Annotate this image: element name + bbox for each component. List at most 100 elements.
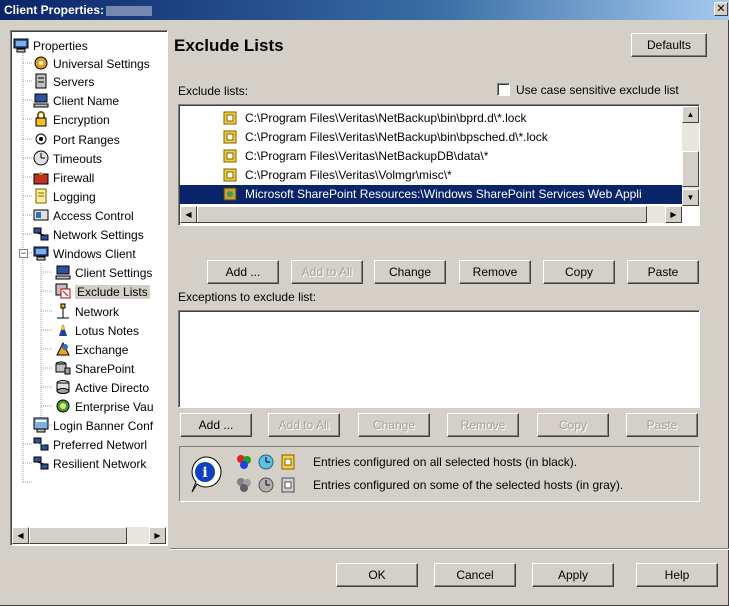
list-item[interactable]: C:\Program Files\Veritas\Volmgr\misc\* [223, 166, 452, 185]
legend-black-text: Entries configured on all selected hosts… [313, 455, 578, 469]
exception-add-to-all-button[interactable]: Add to All [268, 413, 340, 437]
tree-item-client-name[interactable]: Client Name [33, 92, 119, 110]
exclude-list-box[interactable]: C:\Program Files\Veritas\NetBackup\bin\b… [178, 104, 700, 226]
scroll-left-icon[interactable]: ◀ [180, 206, 197, 223]
file-entry-icon [223, 111, 237, 125]
exclude-list-vertical-scrollbar[interactable]: ▲ ▼ [682, 106, 699, 206]
network-icon [33, 437, 49, 451]
scroll-right-icon[interactable]: ▶ [665, 206, 682, 223]
exception-add-button[interactable]: Add ... [180, 413, 252, 437]
tree-item-port-ranges[interactable]: Port Ranges [33, 131, 120, 149]
file-entry-icon [223, 130, 237, 144]
tree-horizontal-scrollbar[interactable]: ◀ ▶ [12, 527, 166, 544]
case-sensitive-checkbox[interactable] [497, 83, 510, 96]
banner-icon [33, 417, 49, 433]
svg-text:i: i [202, 465, 207, 481]
tree-item-exclude-lists[interactable]: Exclude Lists [55, 283, 150, 301]
legend-gray-text: Entries configured on some of the select… [313, 478, 624, 492]
exclude-list-scroll-thumb[interactable] [682, 151, 699, 187]
collapse-windows-client-icon[interactable]: − [19, 249, 28, 258]
tree-item-resilient-network[interactable]: Resilient Network [33, 455, 146, 473]
page-title: Exclude Lists [174, 36, 284, 55]
network-icon [57, 303, 69, 319]
exclude-list-horizontal-scrollbar[interactable]: ◀ ▶ [180, 206, 682, 223]
tree-item-network[interactable]: Network [55, 303, 119, 321]
exception-copy-button[interactable]: Copy [537, 413, 609, 437]
exchange-icon [56, 341, 70, 356]
tree-scroll-thumb[interactable] [29, 527, 127, 544]
computer-icon [13, 38, 29, 53]
lotus-icon [59, 324, 67, 336]
defaults-button[interactable]: Defaults [631, 33, 707, 57]
properties-tree[interactable]: − Properties Universal Settings Servers … [10, 30, 168, 546]
tree-item-servers[interactable]: Servers [33, 73, 94, 91]
list-item[interactable]: C:\Program Files\Veritas\NetBackup\bin\b… [223, 109, 526, 128]
list-item[interactable]: C:\Program Files\Veritas\NetBackup\bin\b… [223, 128, 548, 147]
info-icon: i [191, 456, 222, 493]
exceptions-list-box[interactable] [178, 310, 700, 408]
sharepoint-icon [55, 361, 71, 375]
servers-icon [35, 73, 47, 89]
tree-item-windows-client[interactable]: Windows Client [33, 245, 136, 263]
change-button[interactable]: Change [374, 260, 446, 284]
exclude-list-hscroll-thumb[interactable] [197, 206, 647, 223]
tree-item-exchange[interactable]: Exchange [55, 341, 128, 359]
tree-item-access-control[interactable]: Access Control [33, 207, 134, 225]
copy-button[interactable]: Copy [543, 260, 615, 284]
tree-item-sharepoint[interactable]: SharePoint [55, 360, 134, 378]
list-item[interactable]: C:\Program Files\Veritas\NetBackupDB\dat… [223, 147, 488, 166]
clock-icon [33, 150, 49, 166]
client-settings-icon [55, 265, 71, 280]
access-control-icon [33, 209, 49, 221]
legend-panel: i Entries configured on all selected hos… [179, 446, 700, 502]
add-to-all-button[interactable]: Add to All [291, 260, 363, 284]
firewall-icon [33, 172, 49, 185]
exclude-lists-icon [55, 283, 71, 299]
tree-item-encryption[interactable]: Encryption [33, 111, 110, 129]
exception-paste-button[interactable]: Paste [626, 413, 698, 437]
scroll-right-icon[interactable]: ▶ [149, 527, 166, 544]
tree-item-properties[interactable]: Properties [13, 37, 88, 55]
case-sensitive-label: Use case sensitive exclude list [516, 83, 679, 97]
tree-item-firewall[interactable]: Firewall [33, 169, 94, 187]
scroll-up-icon[interactable]: ▲ [682, 106, 699, 123]
tree-item-lotus-notes[interactable]: Lotus Notes [55, 322, 139, 340]
tree-item-network-settings[interactable]: Network Settings [33, 226, 144, 244]
scroll-down-icon[interactable]: ▼ [682, 189, 699, 206]
tree-item-login-banner[interactable]: Login Banner Conf [33, 417, 153, 435]
network-icon [33, 456, 49, 470]
network-icon [33, 227, 49, 241]
policy-color-icon [237, 455, 251, 469]
tree-item-preferred-network[interactable]: Preferred Networl [33, 436, 147, 454]
exception-change-button[interactable]: Change [358, 413, 430, 437]
cancel-button[interactable]: Cancel [434, 563, 516, 587]
ok-button[interactable]: OK [336, 563, 418, 587]
help-button[interactable]: Help [636, 563, 718, 587]
exceptions-label: Exceptions to exclude list: [178, 290, 317, 304]
exclude-lists-label: Exclude lists: [178, 84, 249, 98]
title-bar: Client Properties: [0, 0, 729, 20]
file-gray-icon [281, 477, 295, 493]
apply-button[interactable]: Apply [532, 563, 614, 587]
redacted-client-name [106, 5, 153, 16]
sharepoint-entry-icon [223, 187, 237, 201]
directory-icon [56, 380, 70, 394]
remove-button[interactable]: Remove [459, 260, 531, 284]
tree-item-logging[interactable]: Logging [33, 188, 96, 206]
list-item-selected[interactable]: Microsoft SharePoint Resources:\Windows … [180, 185, 682, 204]
client-name-icon [33, 93, 49, 108]
scroll-left-icon[interactable]: ◀ [12, 527, 29, 544]
close-button[interactable]: ✕ [714, 2, 728, 16]
tree-item-active-directory[interactable]: Active Directo [55, 379, 149, 397]
port-icon [35, 133, 47, 145]
tree-item-universal-settings[interactable]: Universal Settings [33, 55, 150, 73]
tree-item-timeouts[interactable]: Timeouts [33, 150, 102, 168]
add-button[interactable]: Add ... [207, 260, 279, 284]
file-color-icon [281, 454, 295, 470]
tree-item-client-settings[interactable]: Client Settings [55, 264, 152, 282]
exception-remove-button[interactable]: Remove [447, 413, 519, 437]
paste-button[interactable]: Paste [627, 260, 699, 284]
file-entry-icon [223, 168, 237, 182]
policy-gray-icon [237, 478, 251, 492]
tree-item-enterprise-vault[interactable]: Enterprise Vau [55, 398, 154, 416]
